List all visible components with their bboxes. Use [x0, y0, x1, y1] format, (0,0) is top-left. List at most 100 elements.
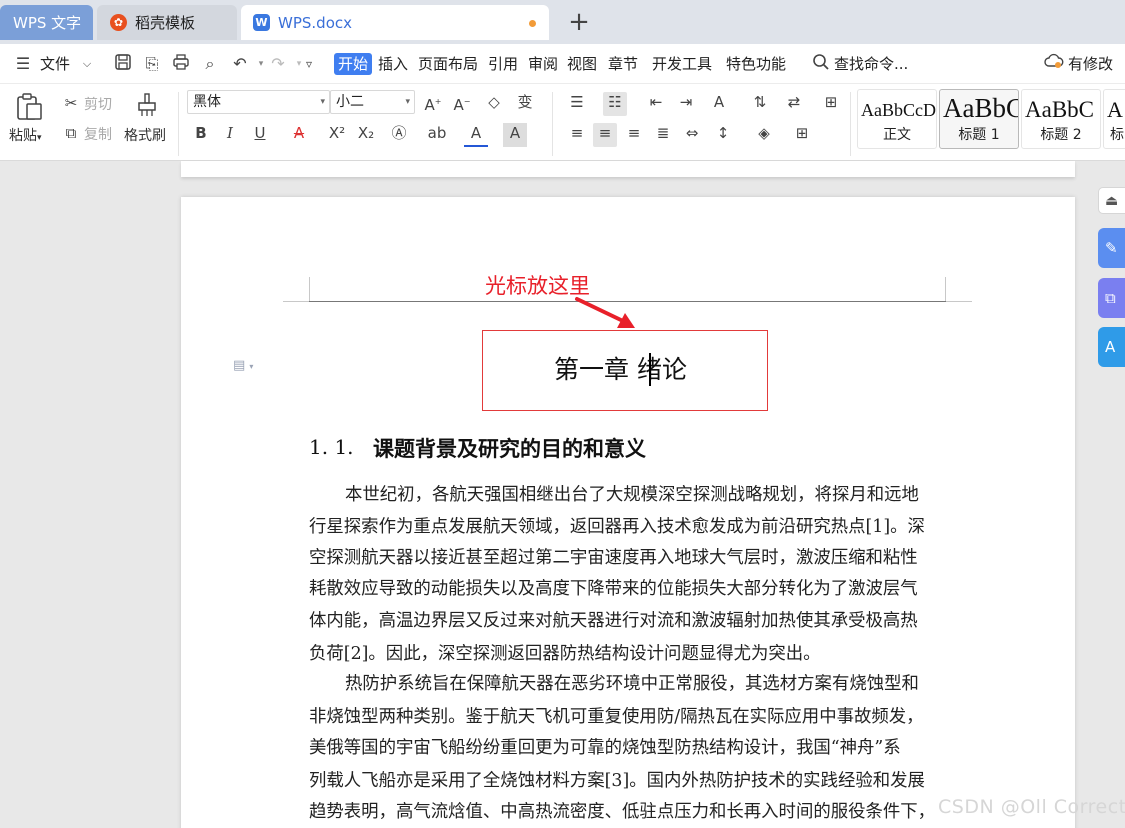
text-effect-icon[interactable]: Ⓐ — [387, 123, 411, 147]
cloud-status[interactable]: 有修改 — [1068, 53, 1113, 75]
body-line[interactable]: 体内能，高温边界层又反过来对航天器进行对流和激波辐射加热使其承受极高热 — [309, 609, 918, 633]
quick-access-more-icon[interactable]: ▿ — [298, 53, 320, 75]
tab-document[interactable]: W WPS.docx — [241, 5, 549, 40]
superscript-icon[interactable]: X² — [325, 123, 349, 147]
table-insert-icon[interactable]: ⊞ — [819, 92, 843, 116]
distributed-align-icon[interactable]: ⇔ — [680, 123, 704, 147]
subscript-icon[interactable]: X₂ — [354, 123, 378, 147]
tab-strip: WPS 文字 ✿ 稻壳模板 W WPS.docx + — [0, 0, 1125, 44]
body-line[interactable]: 美俄等国的宇宙飞船纷纷重回更为可靠的烧蚀型防热结构设计，我国“神舟”系 — [309, 736, 901, 760]
doc-review-icon[interactable]: ⧉ — [1098, 278, 1125, 318]
show-hide-marks-icon[interactable]: ⇄ — [782, 92, 806, 116]
style-heading-2[interactable]: AaBbC 标题 2 — [1021, 89, 1101, 149]
tab-wps-writer[interactable]: WPS 文字 — [0, 5, 93, 40]
align-left-icon[interactable]: ≡ — [565, 123, 589, 147]
align-right-icon[interactable]: ≡ — [622, 123, 646, 147]
sort-icon[interactable]: ⇅ — [748, 92, 772, 116]
copy-button[interactable]: 复制 — [84, 125, 112, 145]
font-color-icon[interactable]: A — [464, 123, 488, 147]
chevron-down-icon[interactable]: ⌵ — [76, 53, 98, 75]
format-painter-icon[interactable] — [133, 92, 161, 120]
style-heading-1[interactable]: AaBbC 标题 1 — [939, 89, 1019, 149]
document-page[interactable]: 光标放这里 ▤ ▾ 第一章 绪论 1. 1. 课题背景及研究的目的和意义 本世纪… — [181, 197, 1075, 828]
decrease-indent-icon[interactable]: ⇤ — [644, 92, 668, 116]
cut-icon[interactable]: ✂ — [59, 93, 83, 117]
body-line[interactable]: 非烧蚀型两种类别。鉴于航天飞机可重复使用防/隔热瓦在实际应用中事故频发， — [309, 705, 924, 729]
new-tab-button[interactable]: + — [566, 6, 592, 40]
doc-assistant-icon[interactable]: ✎ — [1098, 228, 1125, 268]
chinese-layout-icon[interactable]: A — [707, 92, 731, 116]
highlight-color-icon[interactable]: ab — [425, 123, 449, 147]
underline-icon[interactable]: U — [248, 123, 272, 147]
body-line[interactable]: 列载人飞船亦是采用了全烧蚀材料方案[3]。国内外热防护技术的实践经验和发展 — [309, 769, 925, 793]
align-center-icon[interactable]: ≡ — [593, 123, 617, 147]
italic-icon[interactable]: I — [218, 123, 242, 147]
tab-daoke-templates[interactable]: ✿ 稻壳模板 — [97, 5, 237, 40]
format-painter-button[interactable]: 格式刷 — [124, 126, 166, 146]
font-size-value: 小二 — [336, 94, 364, 110]
bold-icon[interactable]: B — [189, 123, 213, 147]
paste-button[interactable]: 粘贴▾ — [9, 126, 42, 148]
cut-button[interactable]: 剪切 — [84, 95, 112, 115]
strikethrough-icon[interactable]: A — [287, 123, 311, 147]
cloud-sync-icon[interactable] — [1043, 53, 1065, 75]
paste-icon[interactable] — [13, 92, 45, 124]
style-heading-3[interactable]: A 标 — [1103, 89, 1125, 149]
search-icon[interactable] — [810, 53, 832, 75]
undo-icon[interactable]: ↶ — [229, 53, 251, 75]
export-pdf-icon[interactable]: ⎘ — [141, 53, 163, 75]
menu-developer-tools[interactable]: 开发工具 — [652, 53, 712, 75]
menu-file[interactable]: 文件 — [40, 53, 70, 75]
decrease-font-size-icon[interactable]: A− — [450, 92, 474, 116]
clear-formatting-icon[interactable]: ◇ — [482, 92, 506, 116]
numbered-list-icon[interactable]: ☷ — [603, 92, 627, 116]
save-icon[interactable] — [112, 53, 134, 75]
style-name: 标题 1 — [958, 127, 1000, 143]
section-heading[interactable]: 课题背景及研究的目的和意义 — [373, 433, 646, 463]
body-line[interactable]: 趋势表明，高气流焓值、中高热流密度、低驻点压力和长再入时间的服役条件下， — [309, 800, 935, 824]
menu-view[interactable]: 视图 — [567, 53, 597, 75]
command-search[interactable]: 查找命令... — [834, 53, 908, 75]
menu-insert[interactable]: 插入 — [378, 53, 408, 75]
menu-page-layout[interactable]: 页面布局 — [418, 53, 478, 75]
font-size-select[interactable]: 小二 ▾ — [330, 90, 415, 114]
line-spacing-icon[interactable]: ↕ — [711, 123, 735, 147]
borders-icon[interactable]: ⊞ — [790, 123, 814, 147]
tab-label: WPS 文字 — [13, 14, 82, 32]
chapter-title[interactable]: 第一章 绪论 — [554, 350, 687, 386]
menu-references[interactable]: 引用 — [488, 53, 518, 75]
increase-font-size-icon[interactable]: A+ — [421, 92, 445, 116]
shading-icon[interactable]: ◈ — [752, 123, 776, 147]
menu-home[interactable]: 开始 — [334, 53, 372, 75]
phonetic-guide-icon[interactable]: 变 — [513, 92, 537, 116]
character-shading-icon[interactable]: A — [503, 123, 527, 147]
menu-review[interactable]: 审阅 — [528, 53, 558, 75]
section-number[interactable]: 1. 1. — [309, 435, 354, 459]
ribbon-toolbar: 粘贴▾ ✂ 剪切 ⧉ 复制 格式刷 黑体 ▾ 小二 ▾ A+ A− ◇ 变 B I … — [0, 84, 1125, 161]
doc-translate-icon[interactable]: A — [1098, 327, 1125, 367]
body-line[interactable]: 耗散效应导致的动能损失以及高度下降带来的位能损失大部分转化为了激波层气 — [309, 577, 918, 601]
print-icon[interactable] — [170, 53, 192, 75]
watermark: CSDN @Oll Correct — [938, 796, 1125, 818]
copy-icon[interactable]: ⧉ — [59, 123, 83, 147]
justify-icon[interactable]: ≣ — [651, 123, 675, 147]
body-line[interactable]: 行星探索作为重点发展航天领域，返回器再入技术愈发成为前沿研究热点[1]。深 — [309, 515, 925, 539]
body-line[interactable]: 热防护系统旨在保障航天器在恶劣环境中正常服役，其选材方案有烧蚀型和 — [345, 672, 919, 696]
print-preview-icon[interactable]: ⌕ — [199, 53, 221, 75]
hamburger-menu-icon[interactable]: ☰ — [12, 53, 34, 75]
menu-special-features[interactable]: 特色功能 — [726, 53, 786, 75]
document-workspace[interactable]: 光标放这里 ▤ ▾ 第一章 绪论 1. 1. 课题背景及研究的目的和意义 本世纪… — [0, 161, 1125, 828]
bullet-list-icon[interactable]: ☰ — [565, 92, 589, 116]
redo-icon[interactable]: ↷ — [267, 53, 289, 75]
menu-chapter[interactable]: 章节 — [608, 53, 638, 75]
chevron-down-icon: ▾ — [405, 97, 410, 107]
paragraph-handle-icon[interactable]: ▤ ▾ — [233, 358, 253, 373]
body-line[interactable]: 空探测航天器以接近甚至超过第二宇宙速度再入地球大气层时，激波压缩和粘性 — [309, 546, 918, 570]
font-name-select[interactable]: 黑体 ▾ — [187, 90, 330, 114]
body-line[interactable]: 负荷[2]。因此，深空探测返回器防热结构设计问题显得尤为突出。 — [309, 642, 821, 666]
paste-label: 粘贴 — [9, 128, 37, 144]
increase-indent-icon[interactable]: ⇥ — [674, 92, 698, 116]
style-normal[interactable]: AaBbCcDd 正文 — [857, 89, 937, 149]
collapse-panel-icon[interactable]: ⏏ — [1098, 187, 1125, 214]
body-line[interactable]: 本世纪初，各航天强国相继出台了大规模深空探测战略规划，将探月和远地 — [345, 483, 919, 507]
